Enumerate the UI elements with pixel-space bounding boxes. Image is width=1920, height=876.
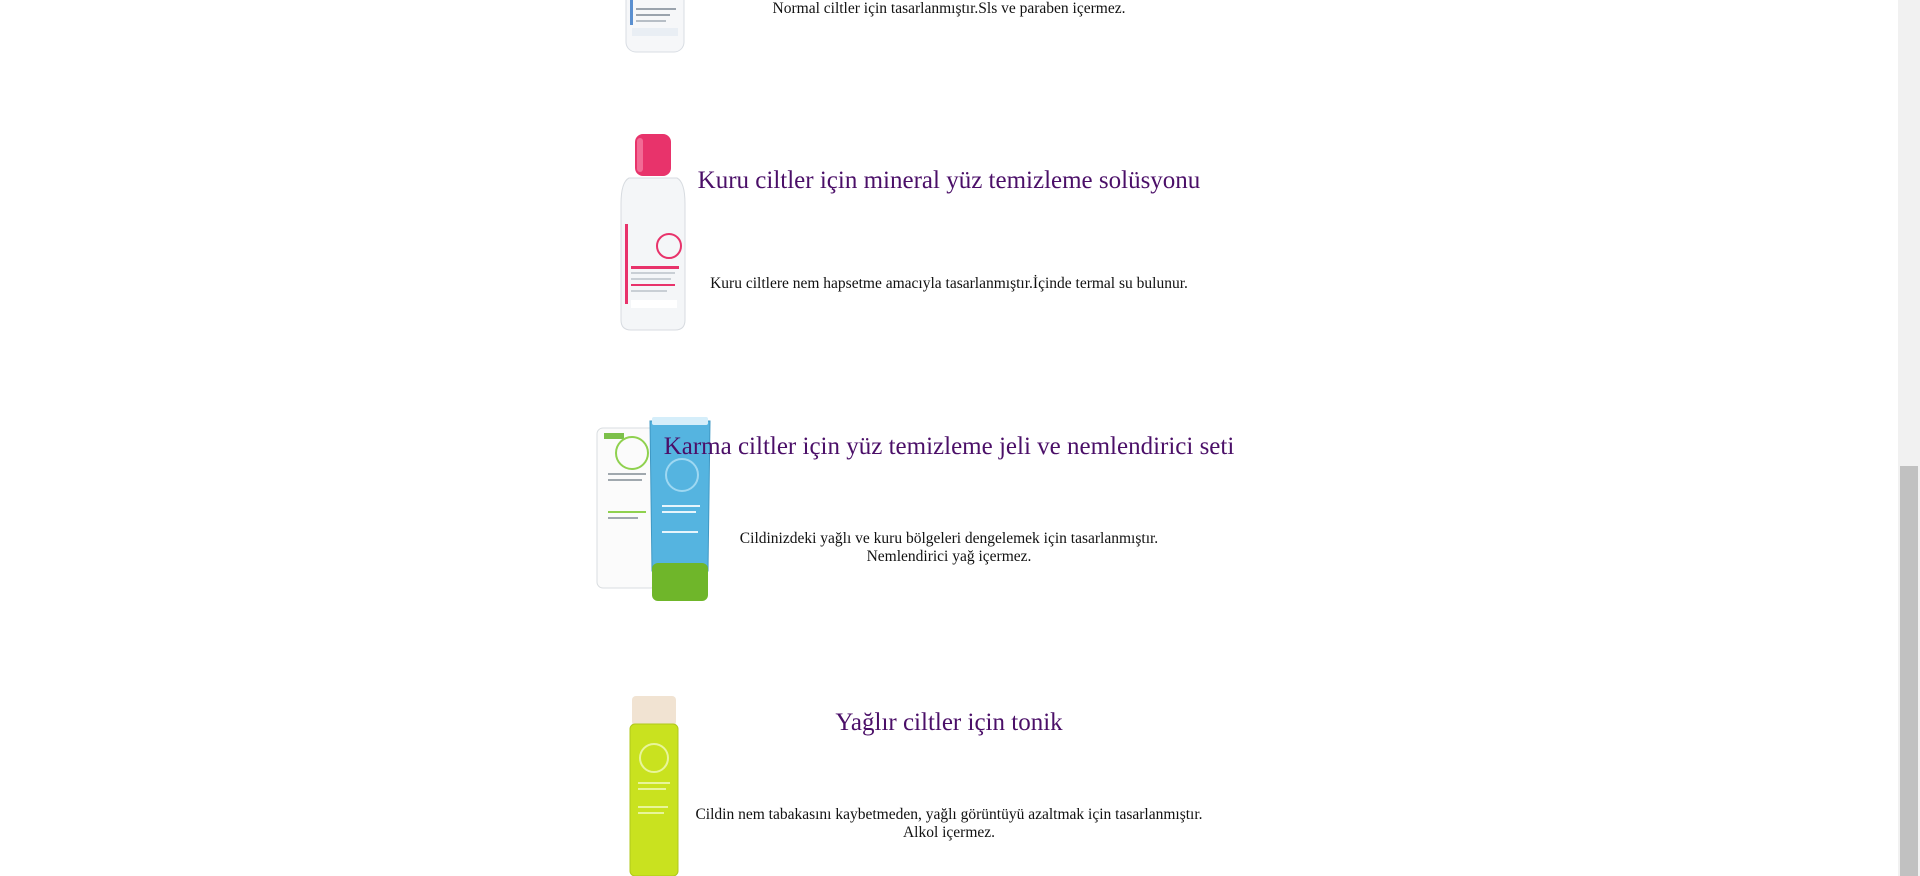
product-description-line: Cildin nem tabakasını kaybetmeden, yağlı… <box>695 806 1203 823</box>
product-title-link[interactable]: Yağlır ciltler için tonik <box>835 709 1062 736</box>
product-title-link[interactable]: Karma ciltler için yüz temizleme jeli ve… <box>664 433 1235 460</box>
product-dry-skin: Kuru ciltler için mineral yüz temizleme … <box>0 130 1898 331</box>
product-title[interactable]: Karma ciltler için yüz temizleme jeli ve… <box>0 433 1898 461</box>
product-normal-skin: Normal ciltler için tasarlanmıştır.Sls v… <box>0 0 1898 80</box>
product-title-link[interactable]: Kuru ciltler için mineral yüz temizleme … <box>698 167 1201 194</box>
product-oily-skin: Yağlır ciltler için tonik Cildin nem tab… <box>0 680 1898 876</box>
vertical-scrollbar[interactable] <box>1898 0 1920 876</box>
product-description: Kuru ciltlere nem hapsetme amacıyla tasa… <box>710 275 1188 292</box>
product-description: Normal ciltler için tasarlanmıştır.Sls v… <box>772 0 1126 17</box>
product-description-line: Nemlendirici yağ içermez. <box>866 548 1032 565</box>
product-title[interactable]: Kuru ciltler için mineral yüz temizleme … <box>0 167 1898 195</box>
product-description-line: Cildinizdeki yağlı ve kuru bölgeleri den… <box>739 530 1159 547</box>
product-description: Cildin nem tabakasını kaybetmeden, yağlı… <box>0 806 1898 842</box>
product-description-line: Alkol içermez. <box>902 824 996 841</box>
scrollbar-thumb[interactable] <box>1900 466 1918 876</box>
product-title[interactable]: Yağlır ciltler için tonik <box>0 709 1898 737</box>
product-description: Cildinizdeki yağlı ve kuru bölgeleri den… <box>0 530 1898 566</box>
pink-cap-micellar-bottle-image[interactable] <box>613 134 693 334</box>
product-combination-skin: Karma ciltler için yüz temizleme jeli ve… <box>0 400 1898 610</box>
